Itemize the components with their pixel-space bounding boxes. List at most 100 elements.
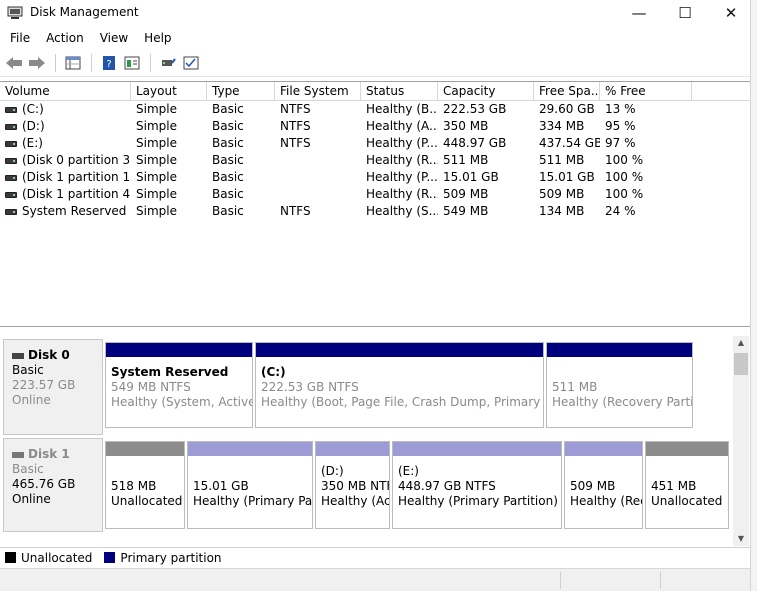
column-status[interactable]: Status xyxy=(361,82,438,101)
cell-volume: (C:) xyxy=(0,101,131,118)
properties-icon[interactable] xyxy=(121,52,143,74)
scroll-down-icon[interactable]: ▼ xyxy=(733,532,749,546)
partition-e[interactable]: (E:) 448.97 GB NTFS Healthy (Primary Par… xyxy=(392,441,562,529)
status-bar-divider xyxy=(560,572,561,589)
menu-file[interactable]: File xyxy=(3,31,37,45)
volume-drive-icon xyxy=(5,123,17,130)
cell-status: Healthy (S... xyxy=(366,204,438,218)
column-layout[interactable]: Layout xyxy=(131,82,207,101)
disk-list-icon[interactable] xyxy=(62,52,84,74)
volume-list-header: Volume Layout Type File System Status Ca… xyxy=(0,82,750,101)
partition-bar xyxy=(646,442,728,456)
toolbar: ? xyxy=(0,50,750,77)
column-capacity[interactable]: Capacity xyxy=(438,82,534,101)
cell-type: Basic xyxy=(212,136,244,150)
cell-layout: Simple xyxy=(136,170,177,184)
table-row[interactable]: (D:) Simple Basic NTFS Healthy (A... 350 MB 33… xyxy=(0,118,750,135)
partition-name: (D:) xyxy=(321,464,344,478)
partition-status: Healthy (Recovery Partitio xyxy=(552,395,692,409)
partition-c[interactable]: (C:) 222.53 GB NTFS Healthy (Boot, Page … xyxy=(255,342,544,428)
cell-fs: NTFS xyxy=(280,102,311,116)
cell-type: Basic xyxy=(212,187,244,201)
cell-free: 134 MB xyxy=(539,204,585,218)
column-file-system[interactable]: File System xyxy=(275,82,361,101)
partition-disk1-p4[interactable]: 509 MB Healthy (Rec xyxy=(564,441,643,529)
partition-name: (E:) xyxy=(398,464,419,478)
cell-type: Basic xyxy=(212,119,244,133)
partition-bar xyxy=(393,442,561,456)
partition-name: (C:) xyxy=(261,365,286,379)
partition-status: Healthy (Rec xyxy=(570,494,642,508)
partition-unallocated-1[interactable]: 518 MB Unallocated xyxy=(105,441,185,529)
cell-volume: (Disk 0 partition 3) xyxy=(0,152,131,169)
disk-0-label[interactable]: Disk 0 Basic 223.57 GB Online xyxy=(3,339,103,435)
cell-fs xyxy=(275,152,361,169)
cell-layout: Simple xyxy=(136,119,177,133)
partition-bar xyxy=(106,442,184,456)
cell-type: Basic xyxy=(212,153,244,167)
connect-icon[interactable] xyxy=(157,52,179,74)
column-type[interactable]: Type xyxy=(207,82,275,101)
cell-pct: 100 % xyxy=(605,187,644,201)
scroll-up-icon[interactable]: ▲ xyxy=(733,336,749,350)
partition-recovery-disk0[interactable]: 511 MB Healthy (Recovery Partitio xyxy=(546,342,693,428)
cell-capacity: 350 MB xyxy=(443,119,489,133)
cell-pct: 97 % xyxy=(605,136,636,150)
scroll-thumb[interactable] xyxy=(734,353,748,375)
legend-swatch-unallocated xyxy=(5,552,16,563)
partition-name xyxy=(552,365,687,380)
partition-detail: 350 MB NTFS xyxy=(321,479,389,493)
maximize-button[interactable]: ☐ xyxy=(662,0,708,26)
cell-status: Healthy (A... xyxy=(366,119,438,133)
minimize-button[interactable]: — xyxy=(616,0,662,26)
back-icon[interactable] xyxy=(3,52,25,74)
table-row[interactable]: (E:) Simple Basic NTFS Healthy (P... 448.97 G… xyxy=(0,135,750,152)
disk-map-scrollbar[interactable]: ▲ ▼ xyxy=(733,336,749,546)
partition-detail: 518 MB xyxy=(111,479,157,493)
toolbar-separator xyxy=(150,54,151,72)
table-row[interactable]: (Disk 1 partition 4) Simple Basic Healthy (… xyxy=(0,186,750,203)
cell-free: 29.60 GB xyxy=(539,102,595,116)
cell-free: 511 MB xyxy=(539,153,585,167)
column-volume[interactable]: Volume xyxy=(0,82,131,101)
table-row[interactable]: (Disk 1 partition 1) Simple Basic Healthy (… xyxy=(0,169,750,186)
partition-detail: 511 MB xyxy=(552,380,598,394)
cell-type: Basic xyxy=(212,102,244,116)
table-row[interactable]: (Disk 0 partition 3) Simple Basic Healthy (… xyxy=(0,152,750,169)
menu-action[interactable]: Action xyxy=(39,31,91,45)
partition-disk1-p1[interactable]: 15.01 GB Healthy (Primary Part xyxy=(187,441,313,529)
disk-size: 465.76 GB xyxy=(12,477,76,491)
disk-1-label[interactable]: Disk 1 Basic 465.76 GB Online xyxy=(3,438,103,532)
menu-view[interactable]: View xyxy=(93,31,135,45)
forward-icon[interactable] xyxy=(26,52,48,74)
table-row[interactable]: (C:) Simple Basic NTFS Healthy (B... 222.53 G… xyxy=(0,101,750,118)
partition-detail: 549 MB NTFS xyxy=(111,380,191,394)
toolbar-separator xyxy=(55,54,56,72)
partition-unallocated-2[interactable]: 451 MB Unallocated xyxy=(645,441,729,529)
check-icon[interactable] xyxy=(180,52,202,74)
cell-type: Basic xyxy=(212,204,244,218)
close-button[interactable]: ✕ xyxy=(708,0,754,26)
cell-capacity: 222.53 GB xyxy=(443,102,507,116)
partition-status: Unallocated xyxy=(651,494,723,508)
legend-swatch-primary xyxy=(104,552,116,563)
column-percent-free[interactable]: % Free xyxy=(600,82,692,101)
column-free-space[interactable]: Free Spa... xyxy=(534,82,600,101)
window-right-edge xyxy=(750,0,757,591)
cell-status: Healthy (R... xyxy=(366,187,438,201)
cell-layout: Simple xyxy=(136,187,177,201)
partition-d[interactable]: (D:) 350 MB NTFS Healthy (Ac xyxy=(315,441,390,529)
table-row[interactable]: System Reserved Simple Basic NTFS Healthy (S… xyxy=(0,203,750,220)
disk-size: 223.57 GB xyxy=(12,378,76,392)
partition-detail: 15.01 GB xyxy=(193,479,249,493)
cell-fs: NTFS xyxy=(280,204,311,218)
menu-help[interactable]: Help xyxy=(137,31,178,45)
cell-capacity: 15.01 GB xyxy=(443,170,499,184)
help-icon[interactable]: ? xyxy=(98,52,120,74)
partition-system-reserved[interactable]: System Reserved 549 MB NTFS Healthy (Sys… xyxy=(105,342,253,428)
volume-name: (E:) xyxy=(22,136,43,150)
legend-label-primary: Primary partition xyxy=(120,550,222,565)
window-title: Disk Management xyxy=(30,5,139,19)
partition-name: System Reserved xyxy=(111,365,229,379)
cell-pct: 13 % xyxy=(605,102,636,116)
